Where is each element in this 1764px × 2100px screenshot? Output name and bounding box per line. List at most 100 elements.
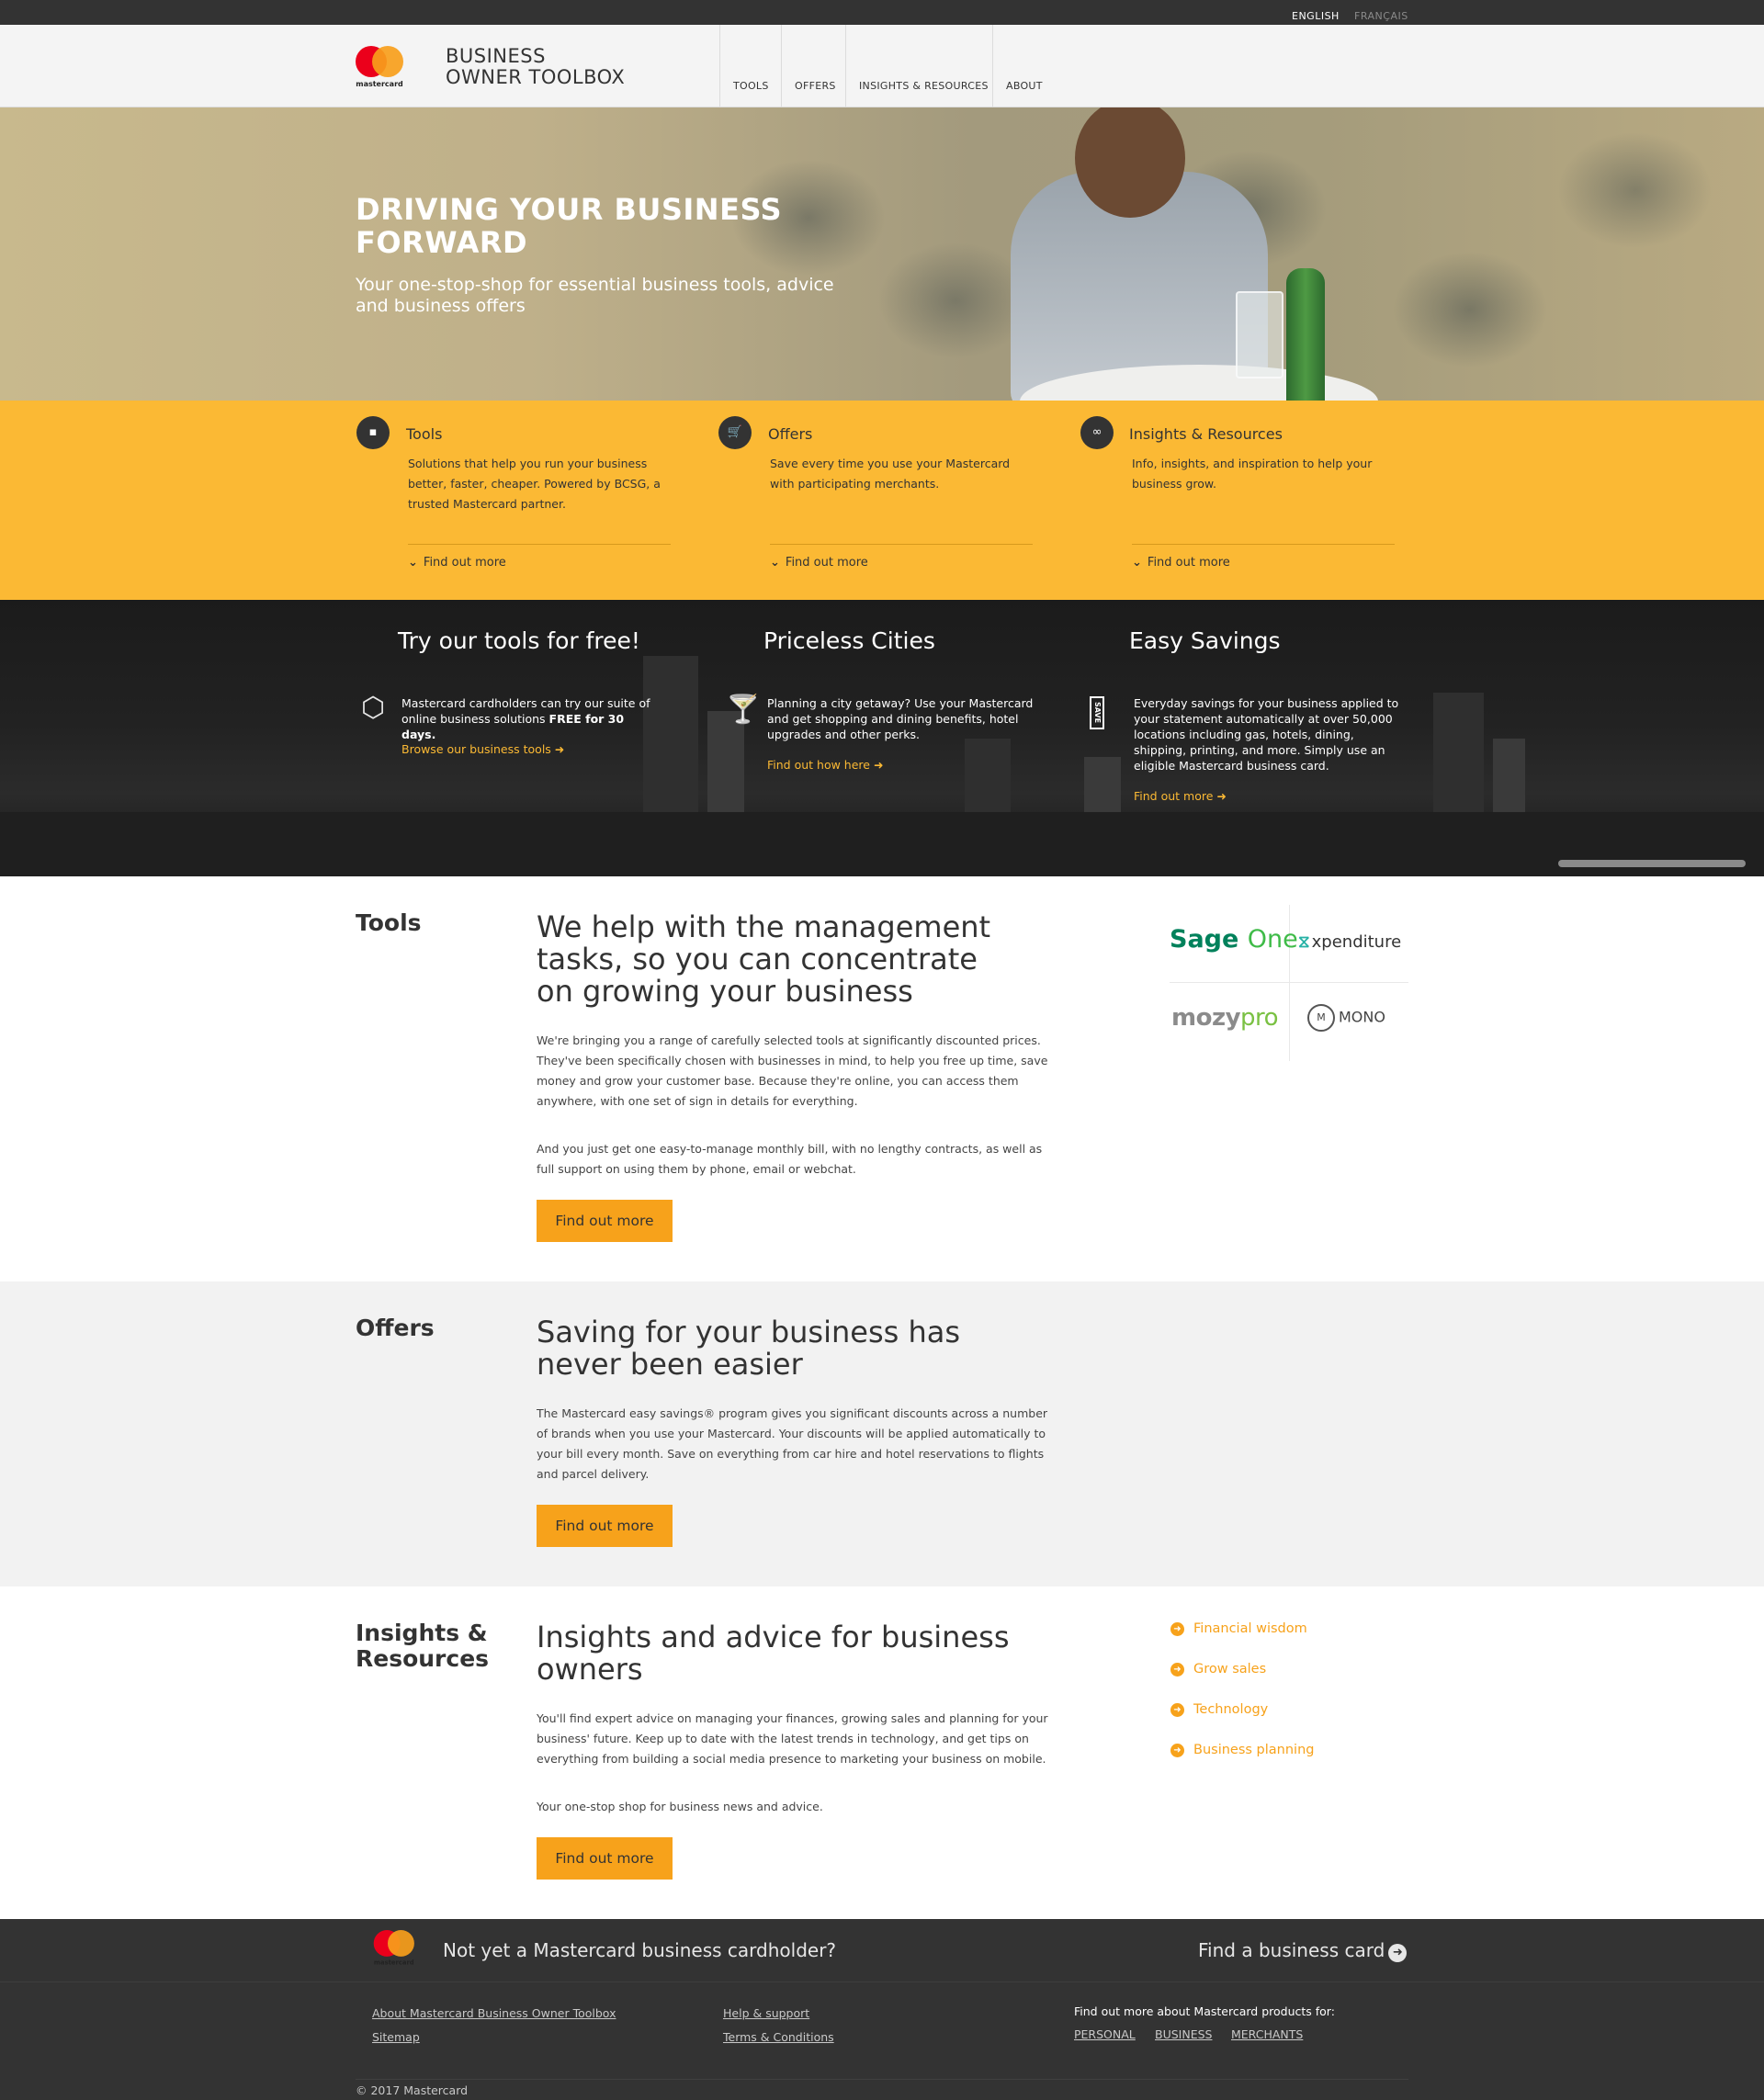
insights-link-business-planning[interactable]: ➜ Business planning [1170, 1743, 1314, 1757]
hero-glass-image [1236, 291, 1283, 378]
arrow-circle-icon: ➜ [554, 742, 565, 756]
arrow-circle-icon: ➜ [1170, 1744, 1184, 1757]
footer-link-merchants[interactable]: MERCHANTS [1231, 2027, 1303, 2041]
footer-link-business[interactable]: BUSINESS [1155, 2027, 1212, 2041]
language-english-link[interactable]: ENGLISH [1292, 10, 1340, 22]
insights-label-line-2: Resources [356, 1645, 490, 1672]
brand-line-2: OWNER TOOLBOX [446, 66, 626, 88]
section-heading-tools: We help with the management tasks, so yo… [537, 909, 991, 1009]
nav-about[interactable]: ABOUT [992, 25, 1046, 107]
feature-title-insights: Insights & Resources [1129, 425, 1283, 443]
mono-ring-icon: M [1307, 1004, 1335, 1032]
feature-link-label: Find out more [785, 556, 868, 570]
language-french-link[interactable]: FRANÇAIS [1354, 10, 1408, 22]
hero-bottle-image [1286, 268, 1325, 401]
promo-link-label: Find out how here [767, 758, 870, 772]
cart-icon: 🛒 [718, 416, 752, 449]
arrow-circle-icon: ➜ [873, 758, 884, 772]
brand-line-1: BUSINESS [446, 45, 546, 67]
logo-divider [1170, 982, 1408, 983]
nav-offers[interactable]: OFFERS [781, 25, 845, 107]
hero-banner [0, 107, 1764, 401]
insights-link-label: Business planning [1193, 1743, 1315, 1757]
offers-find-out-more-button[interactable]: Find out more [537, 1505, 673, 1547]
insights-link-label: Grow sales [1193, 1662, 1267, 1677]
logo-orange-circle [372, 46, 403, 77]
features-band [0, 401, 1764, 600]
insights-link-label: Financial wisdom [1193, 1621, 1307, 1636]
hero-title-line-2: FORWARD [356, 225, 528, 260]
promo-desc-cities: Planning a city getaway? Use your Master… [767, 696, 1034, 741]
footer-link-personal[interactable]: PERSONAL [1074, 2027, 1136, 2041]
arrow-circle-icon: ➜ [1216, 789, 1227, 803]
promo-link-savings[interactable]: Find out more ➜ [1134, 789, 1227, 803]
nav-insights-resources[interactable]: INSIGHTS & RESOURCES [845, 25, 992, 107]
footer-products-heading: Find out more about Mastercard products … [1074, 2004, 1335, 2018]
box-icon: ⬡ [360, 692, 386, 724]
section-paragraph: We're bringing you a range of carefully … [537, 1033, 1048, 1108]
feature-link-label: Find out more [1147, 556, 1230, 570]
promo-title-tools: Try our tools for free! [398, 627, 640, 654]
feature-title-tools: Tools [406, 425, 443, 443]
hourglass-icon: ⧖ [1298, 932, 1310, 952]
promo-link-label: Find out more [1134, 789, 1214, 803]
mastercard-logo[interactable]: mastercard [354, 46, 405, 92]
section-label-insights: Insights & Resources [356, 1620, 489, 1672]
section-label-tools: Tools [356, 909, 422, 936]
arrow-circle-icon: ➜ [1388, 1944, 1408, 1962]
promo-desc-tools: Mastercard cardholders can try our suite… [401, 695, 654, 742]
feature-link-offers[interactable]: ⌄ Find out more [770, 556, 868, 570]
promo-desc-savings: Everyday savings for your business appli… [1134, 696, 1399, 773]
logo-wordmark: mastercard [356, 80, 403, 88]
footer-link-help[interactable]: Help & support [723, 2006, 809, 2020]
promo-title-cities: Priceless Cities [763, 627, 935, 654]
chevron-down-icon: ⌄ [1132, 556, 1142, 570]
feature-desc-tools: Solutions that help you run your busines… [408, 457, 661, 511]
logo-orange-circle [388, 1930, 414, 1957]
insights-find-out-more-button[interactable]: Find out more [537, 1837, 673, 1880]
promo-title-savings: Easy Savings [1129, 627, 1281, 654]
chevron-down-icon: ⌄ [408, 556, 418, 570]
arrow-circle-icon: ➜ [1170, 1622, 1184, 1636]
one-logo-text: One [1247, 925, 1298, 954]
sage-one-logo[interactable]: Sage One [1170, 925, 1298, 954]
feature-link-label: Find out more [423, 556, 506, 570]
feature-link-insights[interactable]: ⌄ Find out more [1132, 556, 1230, 570]
insights-link-financial-wisdom[interactable]: ➜ Financial wisdom [1170, 1621, 1307, 1636]
feature-desc-insights: Info, insights, and inspiration to help … [1132, 457, 1373, 491]
mozypro-logo[interactable]: mozypro [1171, 1004, 1279, 1032]
cta-link-label: Find a business card [1198, 1939, 1385, 1961]
section-heading-insights: Insights and advice for business owners [537, 1620, 1010, 1687]
promo-link-label: Browse our business tools [401, 742, 551, 756]
insights-link-grow-sales[interactable]: ➜ Grow sales [1170, 1662, 1266, 1677]
find-business-card-link[interactable]: Find a business card ➜ [1198, 1939, 1408, 1962]
promo-link-tools[interactable]: Browse our business tools ➜ [401, 742, 564, 756]
hero-subtitle: Your one-stop-shop for essential busines… [356, 275, 834, 316]
cocktail-icon: 🍸 [726, 694, 761, 726]
mono-logo-text: MONO [1339, 1008, 1385, 1026]
logo-wordmark: mastercard [373, 1959, 414, 1967]
section-label-offers: Offers [356, 1315, 435, 1341]
mono-logo[interactable]: M MONO [1307, 1004, 1385, 1032]
feature-link-tools[interactable]: ⌄ Find out more [408, 556, 506, 570]
horizontal-scrollbar[interactable] [1558, 860, 1746, 867]
xpenditure-logo-text: xpenditure [1311, 932, 1402, 952]
footer-link-sitemap[interactable]: Sitemap [372, 2030, 420, 2044]
hero-title: DRIVING YOUR BUSINESS FORWARD [356, 193, 782, 259]
section-heading-offers: Saving for your business has never been … [537, 1315, 961, 1382]
language-bar [0, 0, 1764, 25]
footer-link-terms[interactable]: Terms & Conditions [723, 2030, 834, 2044]
feature-title-offers: Offers [768, 425, 813, 443]
section-paragraph: And you just get one easy-to-manage mont… [537, 1142, 1043, 1176]
save-tag-icon: SAVE [1090, 696, 1104, 729]
insights-link-technology[interactable]: ➜ Technology [1170, 1702, 1268, 1717]
partner-logos: Sage One ⧖ xpenditure mozypro M MONO [1160, 905, 1418, 1061]
feature-divider [408, 544, 671, 545]
xpenditure-logo[interactable]: ⧖ xpenditure [1298, 932, 1401, 952]
tools-find-out-more-button[interactable]: Find out more [537, 1200, 673, 1242]
footer-link-about[interactable]: About Mastercard Business Owner Toolbox [372, 2006, 616, 2020]
promo-link-cities[interactable]: Find out how here ➜ [767, 758, 883, 772]
nav-tools[interactable]: TOOLS [719, 25, 781, 107]
site-brand-title[interactable]: BUSINESS OWNER TOOLBOX [446, 46, 625, 88]
feature-divider [1132, 544, 1395, 545]
